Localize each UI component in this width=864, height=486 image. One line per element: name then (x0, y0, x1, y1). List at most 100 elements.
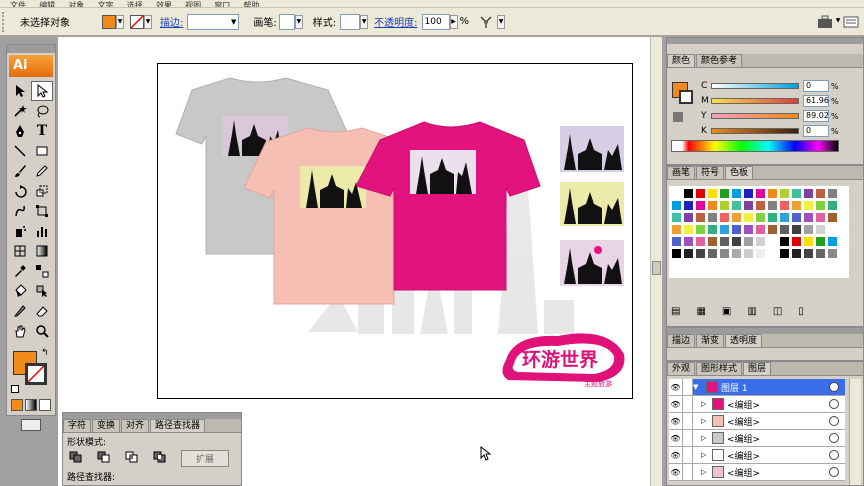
exclude-icon[interactable] (153, 451, 167, 466)
stroke-link[interactable]: 描边: (160, 14, 183, 29)
expand-triangle-icon[interactable]: ▷ (701, 468, 709, 476)
rotate-tool-icon[interactable] (9, 181, 31, 201)
swatch-grid[interactable] (669, 186, 849, 278)
swatch[interactable] (731, 212, 742, 223)
swatch[interactable] (731, 200, 742, 211)
workspace-switcher[interactable]: ▼ (816, 14, 860, 30)
swatch[interactable] (755, 224, 766, 235)
toolbox-header[interactable] (7, 45, 55, 53)
swatch[interactable] (767, 248, 778, 259)
channel-y-input[interactable]: 89.02 (803, 110, 829, 122)
swatch[interactable] (719, 200, 730, 211)
swatch[interactable] (671, 248, 682, 259)
tab-align[interactable]: 对齐 (121, 419, 150, 432)
swatch[interactable] (671, 188, 682, 199)
swatch[interactable] (743, 212, 754, 223)
warp-tool-icon[interactable] (9, 201, 31, 221)
eye-icon[interactable]: 👁 (669, 379, 683, 395)
show-kinds-icon[interactable]: ▦ (696, 306, 705, 317)
target-icon[interactable] (829, 416, 839, 426)
expand-triangle-icon[interactable]: ▷ (701, 451, 709, 459)
swatch[interactable] (731, 236, 742, 247)
screen-mode-icon[interactable] (21, 419, 41, 431)
live-paint-bucket-tool-icon[interactable] (9, 281, 31, 301)
tab-symbols[interactable]: 符号 (696, 166, 725, 179)
swatch[interactable] (755, 248, 766, 259)
swatch[interactable] (695, 200, 706, 211)
new-color-group-icon[interactable]: ▥ (747, 306, 756, 317)
swatch[interactable] (683, 248, 694, 259)
swatch[interactable] (827, 188, 838, 199)
layer-row[interactable]: 👁 ▷ <编组> (669, 396, 845, 413)
layer-row[interactable]: 👁 ▷ <编组> (669, 430, 845, 447)
symbol-sprayer-tool-icon[interactable] (9, 221, 31, 241)
style-input[interactable] (340, 13, 361, 30)
swatch[interactable] (767, 188, 778, 199)
vertical-scrollbar[interactable] (650, 37, 662, 486)
swatch[interactable] (767, 212, 778, 223)
mesh-tool-icon[interactable] (9, 241, 31, 261)
swatch[interactable] (827, 200, 838, 211)
recolor-artwork-icon[interactable] (475, 11, 497, 33)
channel-m-input[interactable]: 61.96 (803, 95, 829, 107)
swatch[interactable] (779, 188, 790, 199)
swatch[interactable] (827, 212, 838, 223)
expand-triangle-icon[interactable]: ▼ (693, 383, 703, 391)
tab-brushes[interactable]: 画笔 (667, 166, 696, 179)
channel-k-input[interactable]: 0 (803, 125, 829, 137)
swatch[interactable] (815, 188, 826, 199)
eye-icon[interactable]: 👁 (669, 396, 683, 412)
selection-tool-icon[interactable] (9, 81, 31, 101)
new-swatch-icon[interactable]: ◫ (773, 306, 782, 317)
swatch[interactable] (791, 236, 802, 247)
swatch[interactable] (815, 248, 826, 259)
layer-row[interactable]: 👁 ▷ <编组> (669, 464, 845, 481)
swatch[interactable] (719, 188, 730, 199)
free-transform-tool-icon[interactable] (31, 201, 53, 221)
swatch[interactable] (695, 224, 706, 235)
tab-graphic-styles[interactable]: 图形样式 (696, 362, 743, 375)
swatch[interactable] (731, 224, 742, 235)
swatch[interactable] (707, 188, 718, 199)
swatch[interactable] (719, 224, 730, 235)
tab-color[interactable]: 颜色 (667, 54, 696, 67)
live-paint-selection-tool-icon[interactable] (31, 281, 53, 301)
tab-color-guide[interactable]: 颜色参考 (696, 54, 743, 67)
swatch[interactable] (755, 212, 766, 223)
swatch[interactable] (827, 224, 838, 235)
stroke-weight-input[interactable]: ▼ (187, 13, 240, 30)
swatch[interactable] (767, 200, 778, 211)
swatch[interactable] (755, 188, 766, 199)
rectangle-tool-icon[interactable] (31, 141, 53, 161)
tab-transform[interactable]: 变换 (92, 419, 121, 432)
swatch[interactable] (779, 224, 790, 235)
brush-input[interactable] (278, 13, 295, 30)
swatch[interactable] (683, 188, 694, 199)
swatch[interactable] (755, 236, 766, 247)
swatch[interactable] (671, 224, 682, 235)
eraser-tool-icon[interactable] (31, 301, 53, 321)
expand-button[interactable]: 扩展 (181, 450, 230, 467)
pen-tool-icon[interactable] (9, 121, 31, 141)
swatch[interactable] (743, 188, 754, 199)
channel-y-slider[interactable] (711, 113, 799, 119)
opacity-input[interactable]: 100 (421, 13, 450, 30)
swatch[interactable] (743, 248, 754, 259)
swatch[interactable] (683, 200, 694, 211)
unite-icon[interactable] (69, 451, 83, 466)
recolor-dropdown[interactable]: ▼ (497, 14, 506, 29)
swatch[interactable] (707, 200, 718, 211)
eye-icon[interactable]: 👁 (669, 464, 683, 480)
channel-m-slider[interactable] (711, 98, 799, 104)
style-dropdown[interactable]: ▼ (360, 14, 369, 29)
swatch[interactable] (815, 224, 826, 235)
opacity-dropdown[interactable]: ▶ (449, 14, 458, 29)
swatch[interactable] (683, 236, 694, 247)
swatch[interactable] (707, 236, 718, 247)
tab-layers[interactable]: 图层 (743, 362, 772, 375)
brush-dropdown[interactable]: ▼ (294, 14, 303, 29)
swatch[interactable] (791, 212, 802, 223)
swatch[interactable] (719, 212, 730, 223)
swatch[interactable] (803, 212, 814, 223)
stroke-color-box[interactable] (25, 363, 47, 385)
